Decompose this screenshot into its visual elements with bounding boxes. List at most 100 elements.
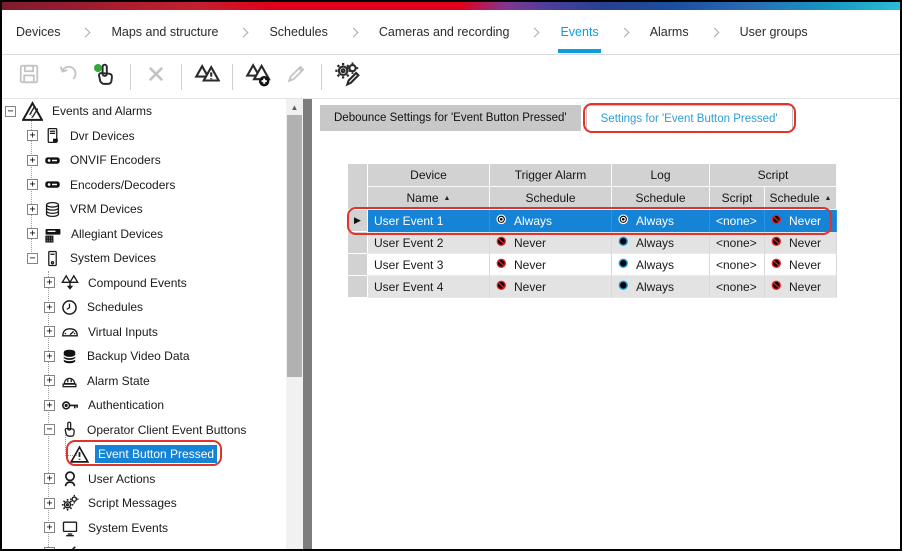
tree-expander-plus-icon[interactable]: + (27, 179, 38, 190)
breadcrumb-item-events[interactable]: Events (558, 10, 600, 54)
trigger-alarm-cell[interactable]: Never (490, 232, 612, 254)
always-selected-icon (618, 214, 631, 227)
row-selector-cell[interactable] (348, 254, 368, 276)
breadcrumb-item-alarms[interactable]: Alarms (648, 10, 691, 54)
tree-expander-plus-icon[interactable]: + (44, 473, 55, 484)
tree-item-operator-client-event-buttons[interactable]: − Operator Client Event Buttons (2, 418, 286, 443)
tree-item-vrm-devices[interactable]: +VRM Devices (2, 197, 286, 222)
script-editor-button[interactable] (331, 61, 363, 93)
tree-expander-plus-icon[interactable]: + (44, 522, 55, 533)
tree-expander-plus-icon[interactable]: + (27, 155, 38, 166)
never-icon (496, 236, 509, 249)
compound-event-button[interactable] (191, 61, 223, 93)
tree-scrollbar[interactable]: ▲ (286, 99, 303, 549)
table-row[interactable]: User Event 3NeverAlways<none>Never (368, 254, 837, 276)
log-cell[interactable]: Always (612, 210, 710, 232)
tree-expander-plus-icon[interactable]: + (44, 547, 55, 549)
trigger-alarm-cell[interactable]: Always (490, 210, 612, 232)
row-selector-cell[interactable] (348, 232, 368, 254)
tree-item-virtual-inputs[interactable]: + Virtual Inputs (2, 320, 286, 345)
tree-item-label: Virtual Inputs (85, 323, 161, 341)
breadcrumb-item-maps-and-structure[interactable]: Maps and structure (109, 10, 220, 54)
column-header[interactable]: Schedule (612, 187, 710, 210)
tree-expander-plus-icon[interactable]: + (27, 228, 38, 239)
table-row[interactable]: User Event 2NeverAlways<none>Never (368, 232, 837, 254)
tree-expander-plus-icon[interactable]: + (44, 400, 55, 411)
tree-expander-plus-icon[interactable]: + (44, 351, 55, 362)
table-row[interactable]: User Event 4NeverAlways<none>Never (368, 276, 837, 298)
column-header[interactable]: Script (710, 187, 765, 210)
log-cell[interactable]: Always (612, 232, 710, 254)
tree-expander-minus-icon[interactable]: − (44, 424, 55, 435)
name-cell[interactable]: User Event 1 (368, 210, 490, 232)
tab-debounce-settings[interactable]: Debounce Settings for 'Event Button Pres… (320, 105, 581, 131)
brand-gradient-bar (2, 2, 900, 10)
column-group-header[interactable]: Log (612, 164, 710, 187)
add-compound-event-icon (245, 61, 271, 92)
device-tree: −Events and Alarms+Dvr Devices+ONVIF Enc… (2, 99, 286, 549)
breadcrumb-item-devices[interactable]: Devices (14, 10, 62, 54)
scrollbar-thumb[interactable] (287, 115, 302, 377)
column-group-header[interactable]: Device (368, 164, 490, 187)
tree-item-label: Operator Client Event Buttons (84, 421, 249, 439)
cell-text: <none> (716, 214, 757, 228)
script-schedule-cell[interactable]: Never (765, 276, 837, 298)
tree-item-encoders-decoders[interactable]: +Encoders/Decoders (2, 173, 286, 198)
tree-expander-plus-icon[interactable]: + (44, 302, 55, 313)
tree-item-event-button-pressed[interactable]: Event Button Pressed (2, 442, 286, 467)
tree-item-compound-events[interactable]: +Compound Events (2, 271, 286, 296)
trigger-alarm-cell[interactable]: Never (490, 276, 612, 298)
breadcrumb-item-schedules[interactable]: Schedules (267, 10, 329, 54)
tree-expander-plus-icon[interactable]: + (27, 130, 38, 141)
name-cell[interactable]: User Event 2 (368, 232, 490, 254)
script-cell[interactable]: <none> (710, 276, 765, 298)
tree-item-backup-video-data[interactable]: +Backup Video Data (2, 344, 286, 369)
event-button-button[interactable] (89, 61, 121, 93)
tree-item-alarm-state[interactable]: +Alarm State (2, 369, 286, 394)
script-schedule-cell[interactable]: Never (765, 232, 837, 254)
tree-item-item[interactable]: + (2, 540, 286, 549)
breadcrumb-item-user-groups[interactable]: User groups (738, 10, 810, 54)
toolbar-separator (321, 64, 322, 90)
tree-expander-plus-icon[interactable]: + (44, 498, 55, 509)
tree-item-allegiant-devices[interactable]: +Allegiant Devices (2, 222, 286, 247)
tree-expander-minus-icon[interactable]: − (27, 253, 38, 264)
tree-item-script-messages[interactable]: +Script Messages (2, 491, 286, 516)
log-cell[interactable]: Always (612, 276, 710, 298)
tree-expander-plus-icon[interactable]: + (44, 326, 55, 337)
tab-settings[interactable]: Settings for 'Event Button Pressed' (586, 105, 793, 131)
tree-item-system-events[interactable]: +System Events (2, 516, 286, 541)
tree-item-system-devices[interactable]: −System Devices (2, 246, 286, 271)
script-cell[interactable]: <none> (710, 232, 765, 254)
tree-item-authentication[interactable]: +Authentication (2, 393, 286, 418)
tree-item-user-actions[interactable]: +User Actions (2, 467, 286, 492)
tree-expander-plus-icon[interactable]: + (44, 277, 55, 288)
tree-item-schedules[interactable]: +Schedules (2, 295, 286, 320)
scroll-up-icon[interactable]: ▲ (286, 99, 303, 115)
tree-item-events-and-alarms[interactable]: −Events and Alarms (2, 99, 286, 124)
row-selector-cell[interactable] (348, 276, 368, 298)
trigger-alarm-cell[interactable]: Never (490, 254, 612, 276)
tree-expander-minus-icon[interactable]: − (5, 106, 16, 117)
script-cell[interactable]: <none> (710, 210, 765, 232)
column-header[interactable]: Schedule (490, 187, 612, 210)
table-row[interactable]: User Event 1AlwaysAlways<none>Never (368, 210, 837, 232)
tree-item-dvr-devices[interactable]: +Dvr Devices (2, 124, 286, 149)
name-cell[interactable]: User Event 3 (368, 254, 490, 276)
add-compound-event-button[interactable] (242, 61, 274, 93)
tree-expander-plus-icon[interactable]: + (27, 204, 38, 215)
tree-expander-plus-icon[interactable]: + (44, 375, 55, 386)
breadcrumb-item-cameras-and-recording[interactable]: Cameras and recording (377, 10, 512, 54)
script-cell[interactable]: <none> (710, 254, 765, 276)
script-schedule-cell[interactable]: Never (765, 254, 837, 276)
log-cell[interactable]: Always (612, 254, 710, 276)
column-header[interactable]: Schedule▲ (765, 187, 837, 210)
name-cell[interactable]: User Event 4 (368, 276, 490, 298)
column-group-header[interactable]: Trigger Alarm (490, 164, 612, 187)
column-header[interactable]: Name▲ (368, 187, 490, 210)
panel-splitter[interactable] (303, 99, 312, 549)
column-group-header[interactable]: Script (710, 164, 837, 187)
row-selector-cell[interactable]: ▶ (348, 210, 368, 232)
tree-item-onvif-encoders[interactable]: +ONVIF Encoders (2, 148, 286, 173)
script-schedule-cell[interactable]: Never (765, 210, 837, 232)
